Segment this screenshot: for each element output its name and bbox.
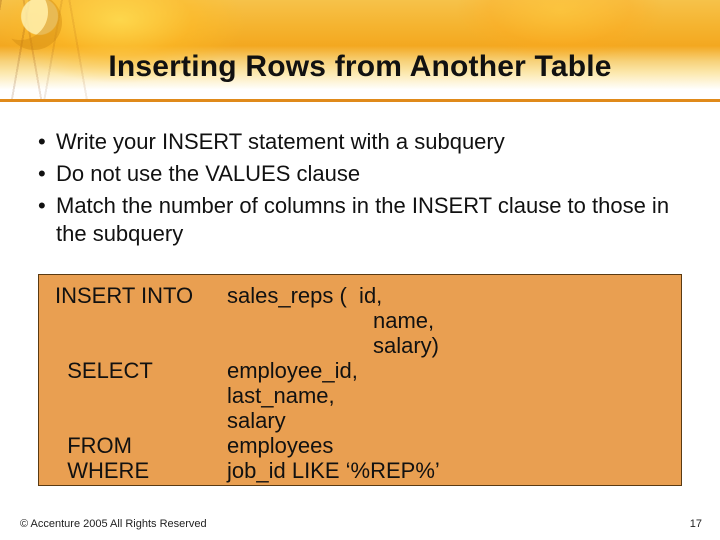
code-keyword: INSERT INTO [49,283,227,309]
code-arg: last_name, [227,383,671,409]
slide-title: Inserting Rows from Another Table [0,50,720,84]
page-number: 17 [690,518,702,530]
code-arg: salary) [227,333,671,359]
code-grid: INSERT INTO sales_reps ( id, name, salar… [49,283,671,477]
bullet-text: Do not use the VALUES clause [56,160,690,188]
code-box: INSERT INTO sales_reps ( id, name, salar… [38,274,682,486]
bullet-text: Write your INSERT statement with a subqu… [56,128,690,156]
slide: Inserting Rows from Another Table • Writ… [0,0,720,540]
code-arg: job_id LIKE ‘%REP%’ [227,458,671,484]
code-keyword: SELECT [49,358,227,384]
code-arg: sales_reps ( id, [227,283,671,309]
code-arg: salary [227,408,671,434]
list-item: • Do not use the VALUES clause [38,160,690,188]
bullet-list: • Write your INSERT statement with a sub… [38,128,690,249]
crescent-decoration [6,0,62,50]
code-arg: employee_id, [227,358,671,384]
code-keyword: FROM [49,433,227,459]
code-keyword: WHERE [49,458,227,484]
bullet-text: Match the number of columns in the INSER… [56,192,690,248]
footer-copyright: © Accenture 2005 All Rights Reserved [20,518,207,530]
list-item: • Write your INSERT statement with a sub… [38,128,690,156]
bullet-dot: • [38,192,56,248]
bullet-dot: • [38,128,56,156]
code-arg: employees [227,433,671,459]
list-item: • Match the number of columns in the INS… [38,192,690,248]
code-arg: name, [227,308,671,334]
bullet-dot: • [38,160,56,188]
